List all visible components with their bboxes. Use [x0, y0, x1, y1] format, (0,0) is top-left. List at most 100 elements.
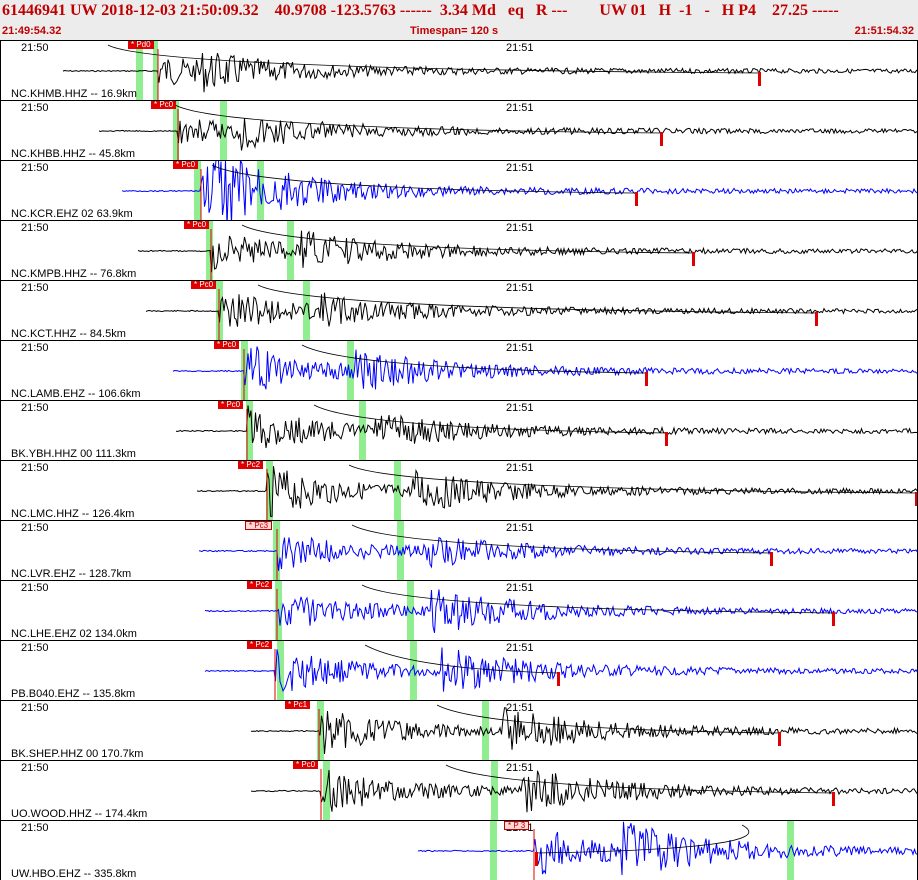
trace-panel[interactable]: 21:50 21:51 * Pd0 NC.KHMB.HHZ -- 16.9km — [0, 40, 918, 100]
station-label: NC.KHBB.HHZ -- 45.8km — [11, 148, 136, 160]
time-tick-label: 21:51 — [506, 702, 534, 714]
waveform — [198, 536, 917, 571]
trace-plot — [98, 101, 917, 160]
trace-panel[interactable]: 21:50 21:51 * Pc0 UO.WOOD.HHZ -- 174.4km — [0, 760, 918, 820]
time-tick-label: 21:51 — [506, 162, 534, 174]
phase-pick-flag[interactable]: * Pc0 — [191, 281, 217, 289]
time-tick-label: 21:50 — [21, 522, 49, 534]
trace-panel[interactable]: 21:50 21:51 * Pc0 NC.LAMB.EHZ -- 106.6km — [0, 340, 918, 400]
station-label: NC.LVR.EHZ -- 128.7km — [11, 568, 132, 580]
coda-end-marker[interactable] — [832, 792, 835, 806]
trace-panel[interactable]: 21:50 21:51 * Pc0 BK.YBH.HHZ 00 111.3km — [0, 400, 918, 460]
waveform — [145, 292, 917, 327]
coda-end-marker[interactable] — [815, 312, 818, 326]
event-info-line: 61446941 UW 2018-12-03 21:50:09.32 40.97… — [2, 2, 839, 19]
coda-end-marker[interactable] — [665, 432, 668, 446]
coda-end-marker[interactable] — [535, 852, 538, 866]
phase-pick-flag[interactable]: * Pc0 — [214, 341, 240, 349]
time-tick-label: 21:50 — [21, 402, 49, 414]
trace-plot — [175, 401, 917, 460]
phase-pick-flag[interactable]: * Pc2 — [247, 641, 273, 649]
phase-pick-flag[interactable]: * Pc0 — [173, 161, 199, 169]
phase-pick-flag[interactable]: * P 3 — [504, 821, 530, 830]
station-label: NC.KMPB.HHZ -- 76.8km — [11, 268, 137, 280]
time-tick-label: 21:51 — [506, 222, 534, 234]
trace-panel[interactable]: 21:50 21:51 * Pc0 NC.KCT.HHZ -- 84.5km — [0, 280, 918, 340]
coda-decay-curve — [351, 524, 772, 554]
station-label: BK.YBH.HHZ 00 111.3km — [11, 448, 136, 460]
station-label: UO.WOOD.HHZ -- 174.4km — [11, 808, 148, 820]
time-tick-label: 21:51 — [506, 282, 534, 294]
trace-panel[interactable]: 21:50 21:51 * Pc2 PB.B040.EHZ -- 135.8km — [0, 640, 918, 700]
time-tick-label: 21:50 — [21, 42, 49, 54]
waveform — [175, 405, 917, 448]
seismogram-panels: 21:50 21:51 * Pd0 NC.KHMB.HHZ -- 16.9km 21:5… — [0, 40, 918, 880]
time-tick-label: 21:51 — [506, 462, 534, 474]
coda-end-marker[interactable] — [645, 372, 648, 386]
waveform — [137, 230, 917, 273]
trace-plot — [204, 641, 917, 700]
time-tick-label: 21:50 — [21, 702, 49, 714]
phase-pick-flag[interactable]: * Pd0 — [128, 41, 154, 49]
trace-panel[interactable]: 21:5021:51* P 3UW.HBO.EHZ -- 335.8km — [0, 820, 918, 880]
trace-plot — [145, 281, 917, 340]
time-tick-label: 21:50 — [21, 222, 49, 234]
time-tick-label: 21:50 — [21, 162, 49, 174]
trace-panel[interactable]: 21:50 21:51 * Pc3 NC.LVR.EHZ -- 128.7km — [0, 520, 918, 580]
station-label: BK.SHEP.HHZ 00 170.7km — [11, 748, 144, 760]
time-tick-label: 21:51 — [506, 342, 534, 354]
station-label: NC.KHMB.HHZ -- 16.9km — [11, 88, 137, 100]
phase-pick-flag[interactable]: * Pc0 — [218, 401, 244, 409]
coda-end-marker[interactable] — [660, 132, 663, 146]
time-window-marker — [394, 461, 401, 520]
time-tick-label: 21:50 — [21, 762, 49, 774]
trace-plot — [418, 821, 917, 880]
trace-panel[interactable]: 21:50 21:51 * Pc2 NC.LMC.HHZ -- 126.4km — [0, 460, 918, 520]
timespan-label: Timespan= 120 s — [410, 25, 499, 37]
time-tick-label: 21:50 — [21, 102, 49, 114]
time-tick-label: 21:50 — [21, 582, 49, 594]
station-label: NC.LMC.HHZ -- 126.4km — [11, 508, 135, 520]
coda-end-marker[interactable] — [915, 492, 917, 506]
start-time-label: 21:49:54.32 — [2, 25, 62, 37]
station-label: NC.KCR.EHZ 02 63.9km — [11, 208, 133, 220]
coda-end-marker[interactable] — [758, 72, 761, 86]
waveform — [196, 466, 917, 518]
trace-panel[interactable]: 21:50 21:51 * Pc0 NC.KCR.EHZ 02 63.9km — [0, 160, 918, 220]
waveform — [204, 589, 917, 634]
time-tick-label: 21:51 — [506, 102, 534, 114]
station-label: NC.LAMB.EHZ -- 106.6km — [11, 388, 141, 400]
trace-plot — [204, 581, 917, 640]
trace-panel[interactable]: 21:50 21:51 * Pc2 NC.LHE.EHZ 02 134.0km — [0, 580, 918, 640]
trace-plot — [137, 221, 917, 280]
trace-plot — [196, 461, 917, 520]
phase-pick-flag[interactable]: * Pc2 — [238, 461, 264, 469]
waveform — [250, 769, 917, 813]
time-tick-label: 21:51 — [506, 762, 534, 774]
phase-pick-flag[interactable]: * Pc0 — [151, 101, 177, 109]
trace-plot — [198, 521, 917, 580]
phase-pick-flag[interactable]: * Pc3 — [245, 521, 273, 530]
waveform — [62, 52, 917, 93]
phase-pick-flag[interactable]: * Pc0 — [293, 761, 319, 769]
time-tick-label: 21:50 — [21, 642, 49, 654]
coda-end-marker[interactable] — [832, 612, 835, 626]
phase-pick-flag[interactable]: * Pc2 — [247, 581, 273, 589]
time-tick-label: 21:51 — [506, 522, 534, 534]
phase-pick-flag[interactable]: * Pc0 — [184, 221, 210, 229]
coda-decay-curve — [348, 464, 917, 494]
coda-end-marker[interactable] — [770, 552, 773, 566]
coda-end-marker[interactable] — [692, 252, 695, 266]
trace-panel[interactable]: 21:50 21:51 * Pc1 BK.SHEP.HHZ 00 170.7km — [0, 700, 918, 760]
coda-end-marker[interactable] — [557, 672, 560, 686]
time-tick-label: 21:51 — [506, 642, 534, 654]
phase-pick-flag[interactable]: * Pc1 — [285, 701, 311, 709]
station-label: UW.HBO.EHZ -- 335.8km — [11, 868, 137, 880]
time-tick-label: 21:50 — [21, 462, 49, 474]
coda-end-marker[interactable] — [778, 732, 781, 746]
trace-panel[interactable]: 21:50 21:51 * Pc0 NC.KMPB.HHZ -- 76.8km — [0, 220, 918, 280]
event-header: 61446941 UW 2018-12-03 21:50:09.32 40.97… — [0, 0, 918, 40]
coda-end-marker[interactable] — [635, 192, 638, 206]
trace-panel[interactable]: 21:50 21:51 * Pc0 NC.KHBB.HHZ -- 45.8km — [0, 100, 918, 160]
trace-plot — [121, 161, 917, 220]
